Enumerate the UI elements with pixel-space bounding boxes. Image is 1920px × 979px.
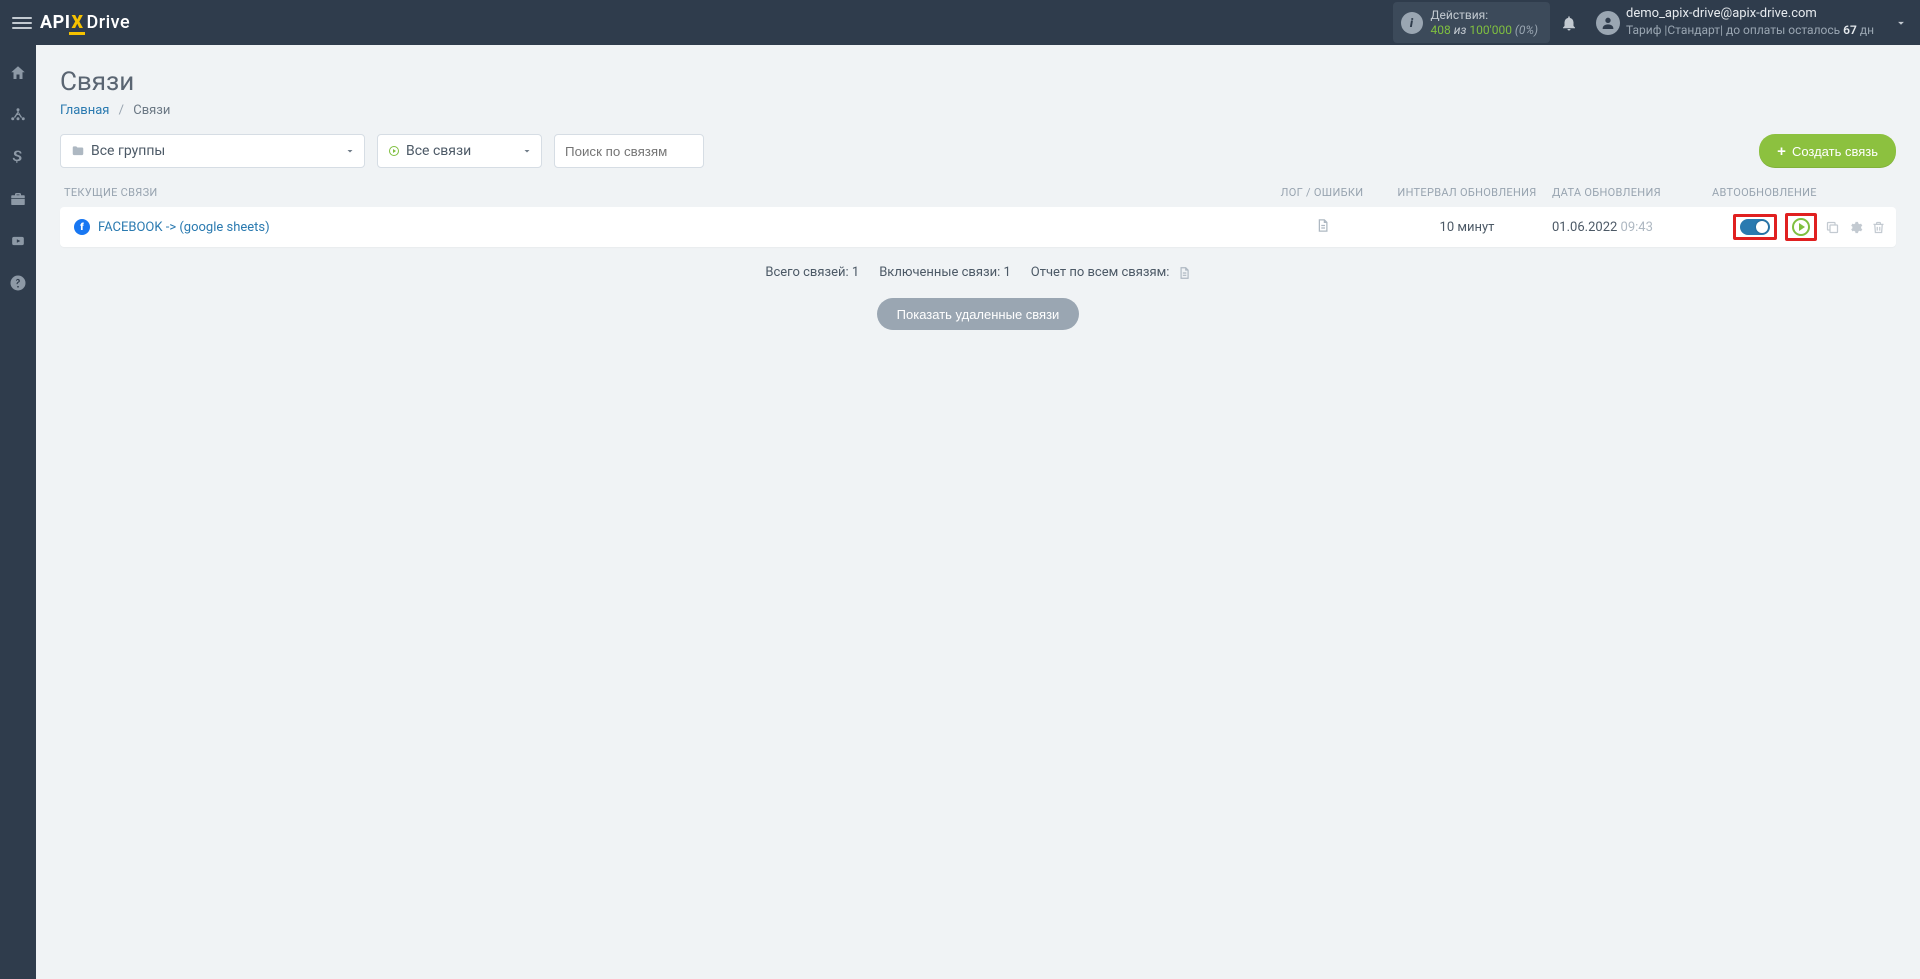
- info-icon: i: [1401, 12, 1423, 34]
- top-bar: API X Drive i Действия: 408 из 100'000 (…: [0, 0, 1920, 45]
- highlight-toggle: [1733, 214, 1777, 240]
- summary-enabled: Включенные связи: 1: [879, 265, 1011, 280]
- col-current: ТЕКУЩИЕ СВЯЗИ: [64, 186, 1262, 199]
- user-info: demo_apix-drive@apix-drive.com Тариф |Ст…: [1626, 6, 1874, 38]
- connection-link[interactable]: f FACEBOOK -> (google sheets): [74, 219, 1262, 235]
- plus-icon: +: [1777, 143, 1786, 160]
- group-select-label: Все группы: [91, 143, 165, 159]
- connection-name: FACEBOOK -> (google sheets): [98, 220, 270, 235]
- menu-toggle-button[interactable]: [8, 9, 36, 37]
- bell-icon[interactable]: [1560, 14, 1578, 32]
- date-value: 01.06.2022 09:43: [1552, 220, 1712, 235]
- run-button[interactable]: [1792, 218, 1810, 236]
- create-connection-button[interactable]: + Создать связь: [1759, 134, 1896, 168]
- play-icon: [388, 145, 400, 157]
- main-content: Связи Главная / Связи Все группы Все свя…: [36, 45, 1920, 352]
- trash-icon[interactable]: [1871, 220, 1886, 235]
- user-email: demo_apix-drive@apix-drive.com: [1626, 6, 1874, 23]
- table-row: f FACEBOOK -> (google sheets) 10 минут 0…: [60, 207, 1896, 247]
- chevron-down-icon[interactable]: [1894, 16, 1908, 30]
- actions-counter[interactable]: i Действия: 408 из 100'000 (0%): [1393, 2, 1551, 43]
- chevron-down-icon: [521, 145, 533, 157]
- facebook-icon: f: [74, 219, 90, 235]
- folder-icon: [71, 144, 85, 158]
- logo[interactable]: API X Drive: [40, 12, 130, 33]
- col-date: ДАТА ОБНОВЛЕНИЯ: [1552, 186, 1712, 199]
- filters-row: Все группы Все связи + Создать связь: [60, 134, 1896, 168]
- report-icon[interactable]: [1177, 266, 1191, 280]
- avatar-icon[interactable]: [1596, 11, 1620, 35]
- logo-text-api: API: [40, 12, 70, 33]
- copy-icon[interactable]: [1825, 220, 1840, 235]
- breadcrumb-current: Связи: [133, 103, 170, 118]
- tariff-text: Тариф |Стандарт| до оплаты осталось 67 д…: [1626, 23, 1874, 39]
- status-select[interactable]: Все связи: [377, 134, 542, 168]
- help-icon[interactable]: [8, 273, 28, 293]
- logo-text-x: X: [71, 12, 83, 33]
- page-title: Связи: [60, 67, 1896, 97]
- connections-icon[interactable]: [8, 105, 28, 125]
- billing-icon[interactable]: [8, 147, 28, 167]
- group-select[interactable]: Все группы: [60, 134, 365, 168]
- status-select-label: Все связи: [406, 143, 471, 159]
- table-header: ТЕКУЩИЕ СВЯЗИ ЛОГ / ОШИБКИ ИНТЕРВАЛ ОБНО…: [60, 186, 1896, 207]
- home-icon[interactable]: [8, 63, 28, 83]
- row-actions: [1712, 213, 1892, 241]
- logo-text-drive: Drive: [86, 12, 130, 33]
- col-log: ЛОГ / ОШИБКИ: [1262, 186, 1382, 199]
- highlight-play: [1785, 213, 1817, 241]
- summary-row: Всего связей: 1 Включенные связи: 1 Отче…: [60, 265, 1896, 280]
- interval-value: 10 минут: [1382, 220, 1552, 235]
- summary-report: Отчет по всем связям:: [1031, 265, 1191, 280]
- summary-total: Всего связей: 1: [765, 265, 859, 280]
- briefcase-icon[interactable]: [8, 189, 28, 209]
- breadcrumb-home[interactable]: Главная: [60, 103, 109, 118]
- breadcrumb: Главная / Связи: [60, 103, 1896, 118]
- gear-icon[interactable]: [1848, 220, 1863, 235]
- youtube-icon[interactable]: [8, 231, 28, 251]
- sidebar: [0, 45, 36, 979]
- col-auto: АВТООБНОВЛЕНИЕ: [1712, 186, 1892, 199]
- search-input[interactable]: [554, 134, 704, 168]
- chevron-down-icon: [344, 145, 356, 157]
- show-deleted-button[interactable]: Показать удаленные связи: [877, 298, 1080, 330]
- col-interval: ИНТЕРВАЛ ОБНОВЛЕНИЯ: [1382, 186, 1552, 199]
- actions-text: Действия: 408 из 100'000 (0%): [1431, 8, 1539, 37]
- log-icon[interactable]: [1315, 218, 1330, 233]
- autoupdate-toggle[interactable]: [1740, 219, 1770, 235]
